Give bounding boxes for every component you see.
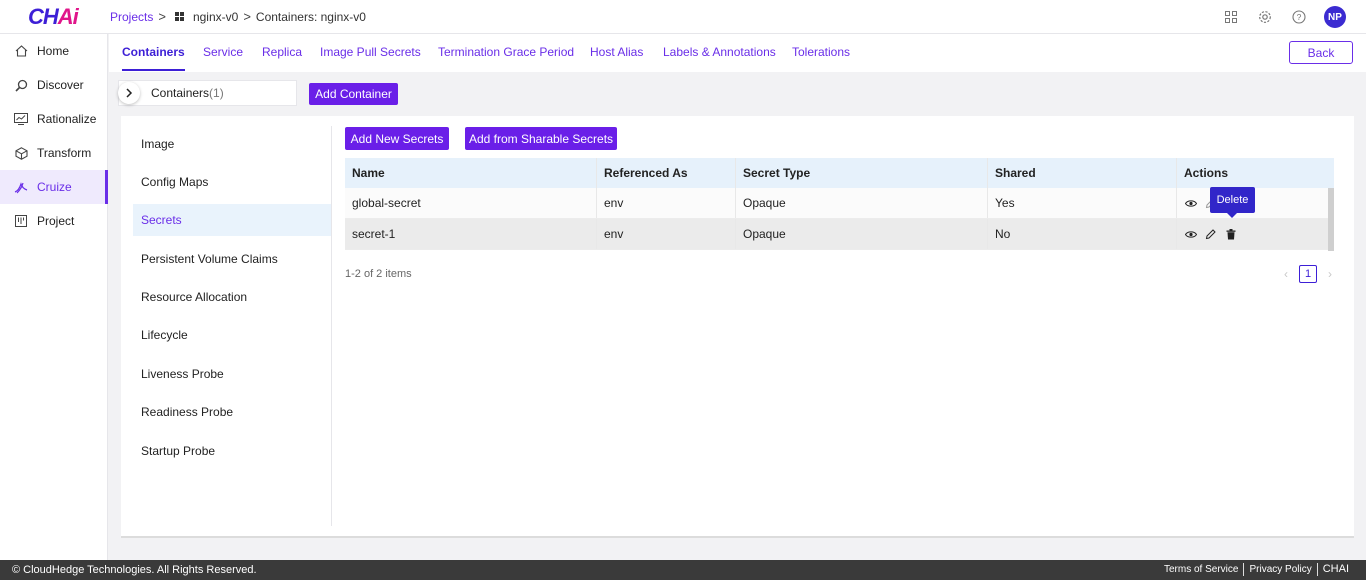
trash-icon[interactable] (1224, 228, 1237, 241)
back-button[interactable]: Back (1289, 41, 1353, 64)
grid-icon[interactable] (174, 12, 184, 21)
menu-item-persistent-volume-claims[interactable]: Persistent Volume Claims (133, 243, 331, 275)
sidebar-item-rationalize[interactable]: Rationalize (0, 102, 107, 136)
help-icon[interactable]: ? (1290, 8, 1308, 26)
delete-tooltip: Delete (1210, 187, 1255, 218)
menu-item-config-maps[interactable]: Config Maps (133, 166, 331, 198)
breadcrumb-current: Containers: nginx-v0 (255, 9, 366, 24)
footer-brand: CHAI (1316, 563, 1354, 576)
gear-icon[interactable] (1256, 8, 1274, 26)
secret-referenced-as: env (597, 188, 736, 218)
breadcrumb-separator: > (158, 9, 166, 24)
tab-labels-annotations[interactable]: Labels & Annotations (663, 45, 776, 59)
apps-grid-icon[interactable] (1222, 8, 1240, 26)
column-header-actions: Actions (1184, 166, 1229, 180)
chevron-right-icon (126, 88, 133, 98)
row-actions (1177, 219, 1334, 249)
footer-links: Terms of Service Privacy Policy CHAI (1159, 563, 1354, 576)
pagination: ‹ 1 › (1281, 265, 1335, 283)
column-header-secret-type[interactable]: Secret Type (736, 158, 988, 188)
menu-item-secrets[interactable]: Secrets (133, 204, 331, 236)
discover-icon (14, 78, 28, 92)
table-row: global-secret env Opaque Yes (345, 188, 1334, 219)
sidebar-item-label: Cruize (37, 180, 72, 194)
secret-shared: Yes (988, 188, 1177, 218)
breadcrumb-project[interactable]: nginx-v0 (193, 10, 238, 24)
table-scrollbar[interactable] (1328, 188, 1334, 251)
chevron-right-icon[interactable]: › (1325, 267, 1335, 281)
secret-type: Opaque (736, 188, 988, 218)
tab-host-alias[interactable]: Host Alias (590, 45, 643, 59)
menu-item-image[interactable]: Image (133, 128, 331, 160)
menu-item-resource-allocation[interactable]: Resource Allocation (133, 281, 331, 313)
home-icon (14, 44, 28, 58)
items-count: 1-2 of 2 items (345, 268, 412, 280)
edit-icon[interactable] (1204, 228, 1217, 241)
container-config-menu: Image Config Maps Secrets Persistent Vol… (121, 126, 332, 526)
tab-service[interactable]: Service (203, 45, 243, 59)
row-actions (1177, 188, 1334, 218)
chai-logo[interactable]: CHAi (28, 4, 79, 30)
menu-item-liveness-probe[interactable]: Liveness Probe (133, 358, 331, 390)
secret-name: secret-1 (345, 219, 597, 249)
column-header-shared[interactable]: Shared (988, 158, 1177, 188)
container-selector[interactable]: Containers (1) (118, 80, 297, 106)
container-selector-label: Containers (151, 86, 210, 100)
breadcrumb: Projects > nginx-v0 > Containers: nginx-… (110, 9, 366, 24)
top-bar: CHAi Projects > nginx-v0 > Containers: n… (0, 0, 1366, 34)
privacy-link[interactable]: Privacy Policy (1243, 563, 1316, 576)
secret-referenced-as: env (597, 219, 736, 249)
sidebar-item-transform[interactable]: Transform (0, 136, 107, 170)
sidebar-item-label: Project (37, 214, 75, 228)
secret-shared: No (988, 219, 1177, 249)
sidebar-item-discover[interactable]: Discover (0, 68, 107, 102)
secrets-table: Name Referenced As Secret Type Shared Ac… (345, 158, 1334, 250)
sidebar-item-project[interactable]: Project (0, 204, 107, 238)
tab-tolerations[interactable]: Tolerations (792, 45, 850, 59)
column-header-name[interactable]: Name (345, 158, 597, 188)
chevron-left-icon[interactable]: ‹ (1281, 267, 1291, 281)
rationalize-icon (14, 112, 28, 126)
tab-image-pull-secrets[interactable]: Image Pull Secrets (320, 45, 421, 59)
transform-icon (14, 146, 28, 160)
panel-divider (121, 536, 1354, 538)
add-sharable-secrets-button[interactable]: Add from Sharable Secrets (465, 127, 617, 150)
sidebar-item-label: Transform (37, 146, 92, 160)
secret-type: Opaque (736, 219, 988, 249)
copyright: © CloudHedge Technologies. All Rights Re… (12, 564, 257, 576)
table-header: Name Referenced As Secret Type Shared Ac… (345, 158, 1334, 188)
breadcrumb-projects[interactable]: Projects (110, 10, 153, 24)
project-icon (14, 214, 28, 228)
table-row: secret-1 env Opaque No (345, 219, 1334, 250)
tab-bar: Containers Service Replica Image Pull Se… (109, 34, 1366, 72)
cruize-icon (14, 180, 28, 194)
avatar[interactable]: NP (1324, 6, 1346, 28)
sidebar-item-label: Home (37, 44, 70, 58)
sidebar-item-label: Discover (37, 78, 84, 92)
menu-item-readiness-probe[interactable]: Readiness Probe (133, 396, 331, 428)
eye-icon[interactable] (1184, 197, 1197, 210)
tab-replica[interactable]: Replica (262, 45, 302, 59)
menu-item-startup-probe[interactable]: Startup Probe (133, 435, 331, 467)
column-header-referenced-as[interactable]: Referenced As (597, 158, 736, 188)
sidebar-item-label: Rationalize (37, 112, 97, 126)
page-button-current[interactable]: 1 (1299, 265, 1317, 283)
top-icons: ? NP (1222, 6, 1346, 28)
expand-toggle[interactable] (118, 82, 140, 104)
add-new-secrets-button[interactable]: Add New Secrets (345, 127, 449, 150)
terms-link[interactable]: Terms of Service (1159, 563, 1243, 576)
sidebar-item-home[interactable]: Home (0, 34, 107, 68)
menu-item-lifecycle[interactable]: Lifecycle (133, 319, 331, 351)
sidebar-item-cruize[interactable]: Cruize (0, 170, 108, 204)
tab-termination-grace-period[interactable]: Termination Grace Period (438, 45, 574, 59)
breadcrumb-separator: > (243, 9, 251, 24)
eye-icon[interactable] (1184, 228, 1197, 241)
footer: © CloudHedge Technologies. All Rights Re… (0, 560, 1366, 580)
add-container-button[interactable]: Add Container (309, 83, 398, 105)
container-count: (1) (209, 86, 224, 100)
tab-containers[interactable]: Containers (122, 45, 185, 71)
secret-name: global-secret (345, 188, 597, 218)
svg-text:?: ? (1297, 12, 1302, 22)
sidebar: Home Discover Rationalize Transform Crui… (0, 34, 108, 560)
